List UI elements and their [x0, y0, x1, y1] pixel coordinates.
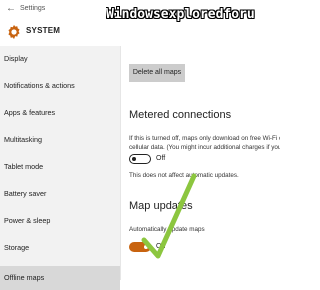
sidebar-item-battery-saver[interactable]: Battery saver — [0, 182, 120, 206]
sidebar-item-tablet-mode[interactable]: Tablet mode — [0, 155, 120, 179]
window-title: Settings — [20, 5, 46, 12]
watermark: Windowsexploredforu — [106, 7, 255, 22]
sidebar-item-notifications[interactable]: Notifications & actions — [0, 74, 120, 98]
toggle-knob — [132, 156, 136, 161]
metered-description: If this is turned off, maps only downloa… — [129, 135, 280, 151]
sidebar-item-power-sleep[interactable]: Power & sleep — [0, 209, 120, 233]
metered-connections-heading: Metered connections — [129, 109, 232, 121]
back-arrow-icon[interactable]: ← — [6, 3, 16, 15]
sidebar-item-apps-features[interactable]: Apps & features — [0, 101, 120, 125]
section-title: SYSTEM — [26, 26, 61, 35]
metered-toggle-label: Off — [156, 155, 166, 162]
sidebar: Display Notifications & actions Apps & f… — [0, 46, 121, 290]
sidebar-item-multitasking[interactable]: Multitasking — [0, 128, 120, 152]
settings-header: SYSTEM — [0, 18, 120, 46]
delete-all-maps-button[interactable]: Delete all maps — [129, 64, 185, 82]
checkmark-annotation-icon — [141, 173, 197, 259]
sidebar-item-storage[interactable]: Storage — [0, 236, 120, 260]
gear-icon — [8, 24, 20, 40]
sidebar-item-display[interactable]: Display — [0, 47, 120, 71]
metered-toggle[interactable] — [129, 154, 151, 164]
sidebar-item-offline-maps[interactable]: Offline maps — [0, 266, 120, 290]
